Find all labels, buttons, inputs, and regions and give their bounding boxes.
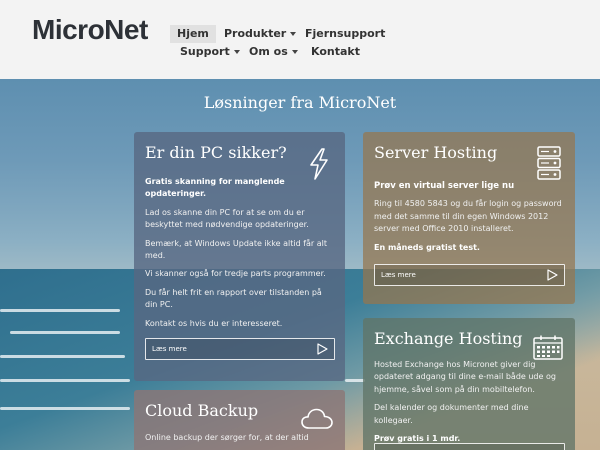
cloud-icon xyxy=(301,408,333,429)
nav-item-hjem[interactable]: Hjem xyxy=(170,25,216,43)
logo[interactable]: MicroNet xyxy=(32,14,148,46)
play-arrow-icon xyxy=(547,269,558,281)
card-title: Exchange Hosting xyxy=(374,329,523,348)
card-paragraph: Kontakt os hvis du er interesseret. xyxy=(145,318,283,328)
hero-section: Løsninger fra MicroNet Er din PC sikker?… xyxy=(0,79,600,450)
caret-down-icon xyxy=(233,50,240,54)
nav-item-label: Produkter xyxy=(224,27,287,40)
card-paragraph: Lad os skanne din PC for at se om du er … xyxy=(145,207,309,230)
hero-title: Løsninger fra MicroNet xyxy=(203,93,397,112)
card-title: Er din PC sikker? xyxy=(145,143,287,162)
button-label: Læs mere xyxy=(381,271,416,279)
wave-line xyxy=(0,407,130,410)
wave-line xyxy=(0,355,125,358)
nav-item-label: Fjernsupport xyxy=(305,27,386,40)
card-paragraph: En måneds gratist test. xyxy=(374,242,480,252)
play-arrow-icon xyxy=(317,343,328,355)
card-exchange-hosting: Exchange Hosting Hosted Exchange hos Mic… xyxy=(363,318,575,450)
card-body: Prøv en virtual server lige nu Ring til … xyxy=(374,180,565,260)
nav-item-label: Hjem xyxy=(177,27,209,40)
card-paragraph: Hosted Exchange hos Micronet giver dig o… xyxy=(374,360,556,394)
calendar-icon xyxy=(533,335,563,360)
card-pc-security: Er din PC sikker? Gratis skanning for ma… xyxy=(134,132,345,381)
button-label: Læs mere xyxy=(152,345,187,353)
site-header: MicroNet Hjem Produkter Fjernsupport Sup… xyxy=(0,0,600,79)
nav-item-kontakt[interactable]: Kontakt xyxy=(304,43,367,61)
nav-item-label: Kontakt xyxy=(311,45,360,58)
nav-item-om-os[interactable]: Om os xyxy=(242,43,305,61)
card-paragraph: Online backup der sørger for, at der alt… xyxy=(145,433,309,442)
nav-item-label: Om os xyxy=(249,45,288,58)
wave-line xyxy=(0,379,130,382)
card-cloud-backup: Cloud Backup Online backup der sørger fo… xyxy=(134,390,345,450)
server-icon xyxy=(537,146,561,180)
card-body: Gratis skanning for manglende opdatering… xyxy=(145,176,335,336)
wave-line xyxy=(345,379,365,382)
wave-line xyxy=(10,331,120,334)
card-paragraph: Del kalender og dokumenter med dine koll… xyxy=(374,403,529,425)
read-more-button[interactable]: Læs mere xyxy=(145,338,335,360)
card-server-hosting: Server Hosting Prøv en virtual server li… xyxy=(363,132,575,304)
caret-down-icon xyxy=(290,32,297,36)
card-title: Cloud Backup xyxy=(145,401,259,420)
read-more-button[interactable] xyxy=(374,443,565,450)
nav-item-label: Support xyxy=(180,45,230,58)
card-lead: Prøv en virtual server lige nu xyxy=(374,181,515,191)
nav-item-support[interactable]: Support xyxy=(173,43,247,61)
nav-item-produkter[interactable]: Produkter xyxy=(217,25,303,43)
card-paragraph: Bemærk, at Windows Update ikke altid får… xyxy=(145,238,328,261)
wave-line xyxy=(0,309,120,312)
caret-down-icon xyxy=(291,50,298,54)
card-paragraph: Ring til 4580 5843 og du får login og pa… xyxy=(374,199,562,234)
card-title: Server Hosting xyxy=(374,143,498,162)
card-paragraph: Vi skanner også for tredje parts program… xyxy=(145,269,326,279)
card-paragraph: Du får helt frit en rapport over tilstan… xyxy=(145,287,322,310)
card-body: Hosted Exchange hos Micronet giver dig o… xyxy=(374,359,565,450)
read-more-button[interactable]: Læs mere xyxy=(374,264,565,286)
card-body: Online backup der sørger for, at der alt… xyxy=(145,432,335,450)
card-lead: Gratis skanning for manglende opdatering… xyxy=(145,177,285,199)
nav-item-fjernsupport[interactable]: Fjernsupport xyxy=(298,25,392,43)
